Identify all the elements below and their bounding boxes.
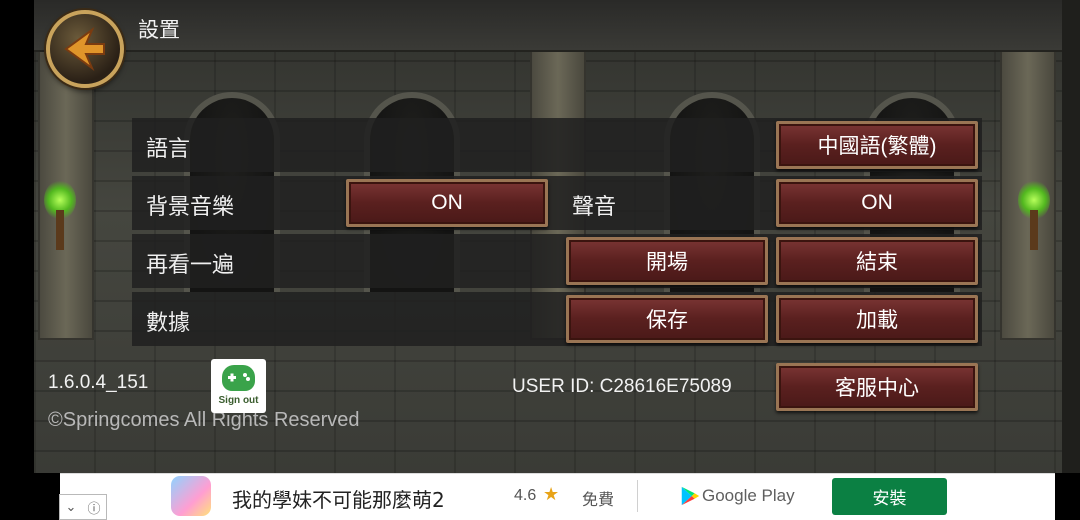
language-row: 語言 中國語(繁體)	[132, 118, 982, 172]
title-bar	[34, 0, 1062, 52]
ad-info-button[interactable]: ⌄ ⓘ	[59, 494, 107, 520]
copyright-text: ©Springcomes All Rights Reserved	[48, 409, 360, 431]
google-play-label: Google Play	[702, 486, 795, 505]
torch-icon	[44, 180, 76, 250]
user-id-text: USER ID: C28616E75089	[512, 376, 732, 397]
replay-label: 再看一遍	[146, 253, 235, 278]
left-letterbox	[0, 0, 34, 520]
customer-service-button[interactable]: 客服中心	[776, 363, 978, 411]
ad-app-icon[interactable]	[171, 476, 211, 516]
version-text: 1.6.0.4_151	[48, 372, 149, 393]
data-row: 數據 保存 加載	[132, 292, 982, 346]
signout-label: Sign out	[218, 395, 259, 406]
load-button[interactable]: 加載	[776, 295, 978, 343]
replay-row: 再看一遍 開場 結束	[132, 234, 982, 288]
right-edge	[1062, 0, 1080, 473]
ad-rating: 4.6	[514, 487, 537, 504]
star-icon: ★	[543, 484, 560, 505]
save-button[interactable]: 保存	[566, 295, 768, 343]
google-play-games-signout-button[interactable]: Sign out	[211, 359, 266, 413]
torch-icon	[1018, 180, 1050, 250]
language-label: 語言	[146, 137, 191, 162]
ending-button[interactable]: 結束	[776, 237, 978, 285]
bgm-label: 背景音樂	[146, 195, 235, 220]
ad-title[interactable]: 我的學妹不可能那麼萌2	[232, 484, 445, 513]
back-arrow-icon	[64, 27, 105, 71]
audio-row: 背景音樂 ON 聲音 ON	[132, 176, 982, 230]
divider	[637, 480, 638, 512]
sound-toggle-button[interactable]: ON	[776, 179, 978, 227]
ad-price: 免費	[582, 490, 615, 509]
install-button[interactable]: 安裝	[832, 478, 947, 515]
sound-label: 聲音	[572, 195, 617, 220]
back-button[interactable]	[46, 10, 124, 88]
bgm-toggle-button[interactable]: ON	[346, 179, 548, 227]
opening-button[interactable]: 開場	[566, 237, 768, 285]
data-label: 數據	[146, 311, 191, 336]
language-button[interactable]: 中國語(繁體)	[776, 121, 978, 169]
gamepad-icon	[222, 365, 255, 391]
chevron-down-icon: ⌄	[65, 499, 77, 515]
google-play-icon	[681, 486, 700, 506]
page-title: 設置	[138, 18, 180, 42]
info-icon: ⓘ	[87, 501, 101, 517]
